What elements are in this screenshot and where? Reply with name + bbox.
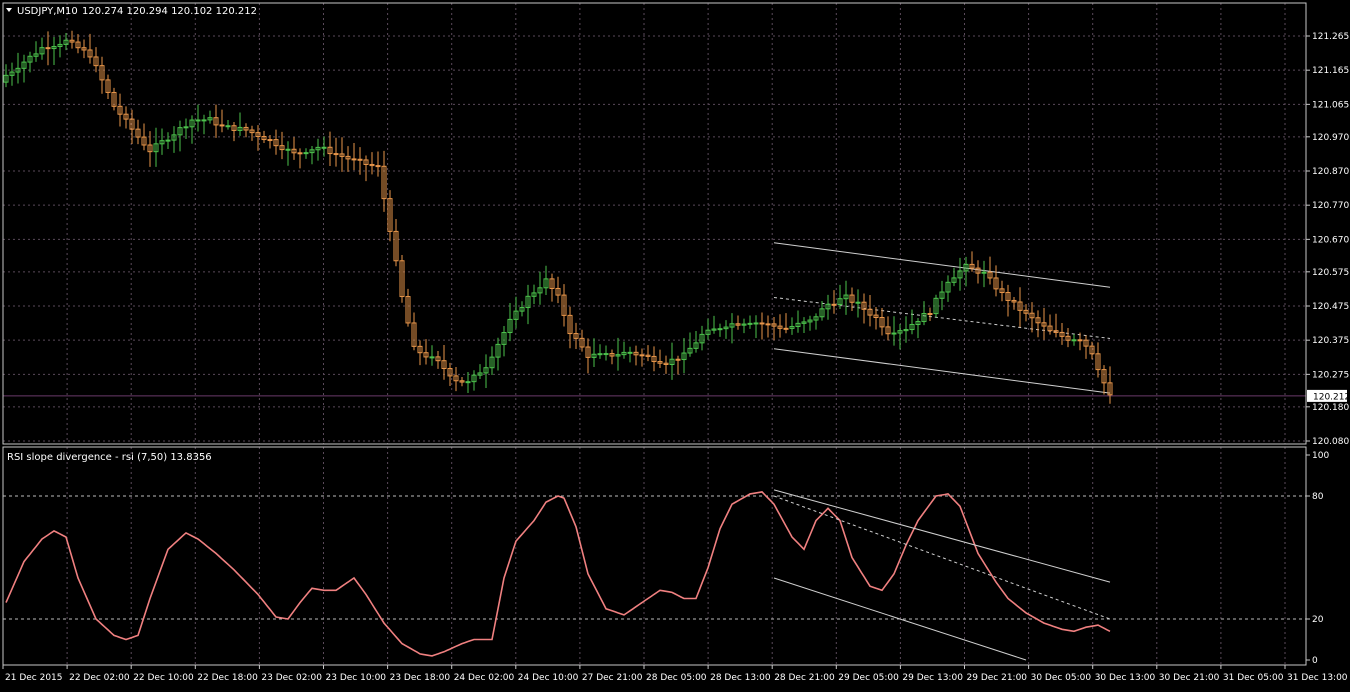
x-axis-tick-label: 30 Dec 21:00 [1159,673,1220,683]
candle-body [783,327,789,330]
x-axis-tick-label: 22 Dec 10:00 [133,673,194,683]
candle-body [225,125,231,128]
chart-window[interactable]: 21 Dec 2015 22 Dec 02:00 22 Dec 10:00 22 De… [0,0,1350,688]
candle-body [981,271,987,274]
candle-body [597,353,603,356]
price-axis-label: 120.770 [1312,201,1349,211]
candle-body [183,126,189,129]
symbol-timeframe-label: USDJPY,M10 [17,6,78,17]
x-axis-tick-label: 23 Dec 10:00 [326,673,387,683]
candle-body [753,322,759,325]
candle-body [195,119,201,122]
candle-body [429,356,435,359]
candle-body [831,303,837,306]
candle-body [201,119,207,122]
candle-body [219,124,225,127]
x-axis-tick-label: 22 Dec 02:00 [69,673,130,683]
candle-body [303,152,309,155]
candle-body [891,332,897,335]
candle-body [747,322,753,325]
price-axis-label: 120.575 [1312,268,1349,278]
ohlc-readout: 120.274 120.294 120.102 120.212 [82,6,257,17]
price-axis-label: 120.180 [1312,403,1349,413]
x-axis-tick-label: 24 Dec 10:00 [518,673,579,683]
rsi-axis-label: 20 [1312,615,1324,625]
candle-body [1077,339,1083,342]
x-axis-tick-label: 28 Dec 13:00 [710,673,771,683]
x-axis-tick-label: 28 Dec 05:00 [646,673,707,683]
candle-body [45,47,51,50]
x-axis-tick-label: 28 Dec 21:00 [774,673,835,683]
candle-body [357,158,363,161]
price-axis-label: 120.970 [1312,133,1349,143]
x-axis-tick-label: 31 Dec 13:00 [1287,673,1348,683]
chart-canvas[interactable]: 21 Dec 2015 22 Dec 02:00 22 Dec 10:00 22 De… [0,0,1350,688]
x-axis-tick-label: 29 Dec 21:00 [967,673,1028,683]
rsi-axis-label: 100 [1312,451,1329,461]
price-axis-label: 120.080 [1312,437,1349,447]
x-axis-tick-label: 31 Dec 05:00 [1223,673,1284,683]
price-axis-label: 120.375 [1312,336,1349,346]
price-axis-label: 120.870 [1312,167,1349,177]
x-axis-tick-label: 30 Dec 13:00 [1095,673,1156,683]
candle-body [321,146,327,149]
candle-body [1071,339,1077,342]
rsi-axis-label: 0 [1312,656,1318,666]
current-price-label: 120.212 [1313,392,1350,402]
candle-body [267,139,273,142]
background [0,0,1350,688]
candle-body [285,148,291,151]
candle-body [165,139,171,142]
candle-body [375,165,381,168]
price-axis-label: 121.165 [1312,66,1349,76]
x-axis-tick-label: 30 Dec 05:00 [1031,673,1092,683]
candle-body [765,323,771,326]
price-axis-label: 121.265 [1312,32,1349,42]
price-axis-label: 121.065 [1312,100,1349,110]
x-axis-tick-label: 24 Dec 02:00 [454,673,515,683]
price-axis-label: 120.670 [1312,235,1349,245]
x-axis-tick-label: 21 Dec 2015 [5,673,63,683]
candle-body [465,381,471,384]
candle-body [717,328,723,331]
candle-body [675,358,681,361]
candle-body [627,351,633,354]
x-axis-tick-label: 27 Dec 21:00 [582,673,643,683]
price-axis-label: 120.475 [1312,302,1349,312]
price-axis-label: 120.275 [1312,370,1349,380]
x-axis-tick-label: 29 Dec 13:00 [902,673,963,683]
x-axis-tick-label: 22 Dec 18:00 [197,673,258,683]
candle-body [855,301,861,304]
candle-body [333,153,339,156]
candle-body [297,152,303,155]
candle-body [351,158,357,161]
indicator-label: RSI slope divergence - rsi (7,50) 13.835… [7,452,212,463]
candle-body [603,353,609,356]
candle-body [759,322,765,325]
x-axis-tick-label: 23 Dec 18:00 [390,673,451,683]
x-axis-tick-label: 29 Dec 05:00 [838,673,899,683]
candle-body [639,354,645,357]
rsi-axis-label: 80 [1312,492,1324,502]
x-axis-tick-label: 23 Dec 02:00 [261,673,322,683]
candle-body [927,313,933,316]
